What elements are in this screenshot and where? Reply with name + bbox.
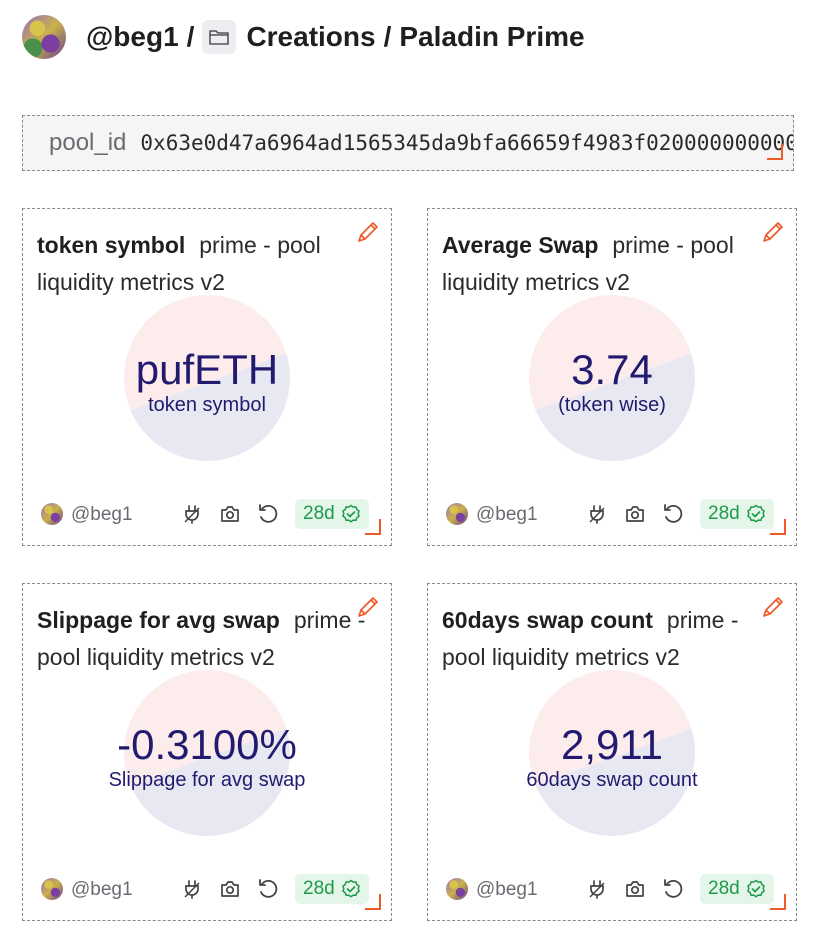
counter-card: 60days swap count prime - pool liquidity …	[427, 583, 797, 921]
plug-icon[interactable]	[181, 878, 203, 900]
status-badge[interactable]: 28d	[295, 499, 369, 529]
status-badge[interactable]: 28d	[700, 499, 774, 529]
owner-username[interactable]: @beg1	[71, 879, 133, 901]
breadcrumb: @beg1 / Creations / Paladin Prime	[86, 20, 585, 54]
breadcrumb-folder[interactable]: Creations	[246, 21, 375, 53]
card-footer: @beg1 28d	[41, 499, 381, 533]
plug-icon[interactable]	[181, 503, 203, 525]
counter-value: pufETH	[135, 346, 279, 393]
pencil-icon[interactable]	[758, 594, 786, 622]
pencil-icon[interactable]	[353, 219, 381, 247]
status-badge[interactable]: 28d	[700, 874, 774, 904]
camera-icon[interactable]	[219, 878, 241, 900]
pool-id-parameter[interactable]: pool_id 0x63e0d47a6964ad1565345da9bfa666…	[22, 115, 794, 171]
avatar[interactable]	[446, 503, 468, 525]
status-badge[interactable]: 28d	[295, 874, 369, 904]
check-circle-icon	[746, 504, 765, 523]
resize-handle[interactable]	[770, 894, 786, 910]
page-title: Paladin Prime	[399, 21, 585, 52]
camera-icon[interactable]	[624, 878, 646, 900]
reset-icon[interactable]	[257, 503, 279, 525]
plug-icon[interactable]	[586, 878, 608, 900]
counter-caption: Slippage for avg swap	[108, 769, 306, 791]
card-footer: @beg1 28d	[446, 499, 786, 533]
counter-card: Average Swap prime - pool liquidity metri…	[427, 208, 797, 546]
refresh-age: 28d	[708, 878, 740, 899]
counter-value: -0.3100%	[117, 721, 297, 768]
owner-username[interactable]: @beg1	[476, 504, 538, 526]
card-title[interactable]: Slippage for avg swap prime - pool liquid…	[37, 602, 371, 676]
counter-caption: 60days swap count	[526, 769, 698, 791]
owner-username[interactable]: @beg1	[476, 879, 538, 901]
breadcrumb-separator: /	[383, 21, 392, 52]
refresh-age: 28d	[303, 503, 335, 524]
avatar[interactable]	[22, 15, 66, 59]
camera-icon[interactable]	[624, 503, 646, 525]
avatar[interactable]	[446, 878, 468, 900]
card-title[interactable]: 60days swap count prime - pool liquidity …	[442, 602, 776, 676]
counter-card: Slippage for avg swap prime - pool liquid…	[22, 583, 392, 921]
plug-icon[interactable]	[586, 503, 608, 525]
breadcrumb-header: @beg1 / Creations / Paladin Prime	[22, 12, 585, 62]
counter-card: token symbol prime - pool liquidity metri…	[22, 208, 392, 546]
resize-handle[interactable]	[365, 519, 381, 535]
card-title[interactable]: token symbol prime - pool liquidity metri…	[37, 227, 371, 301]
card-footer: @beg1 28d	[446, 874, 786, 908]
query-name: Slippage for avg swap	[37, 607, 280, 633]
reset-icon[interactable]	[257, 878, 279, 900]
counter-caption: token symbol	[148, 394, 266, 416]
counter-caption: (token wise)	[558, 394, 666, 416]
refresh-age: 28d	[303, 878, 335, 899]
breadcrumb-separator: /	[186, 21, 195, 52]
breadcrumb-user[interactable]: @beg1	[86, 21, 179, 53]
check-circle-icon	[341, 879, 360, 898]
camera-icon[interactable]	[219, 503, 241, 525]
owner-username[interactable]: @beg1	[71, 504, 133, 526]
avatar[interactable]	[41, 878, 63, 900]
parameter-name: pool_id	[49, 129, 127, 156]
check-circle-icon	[341, 504, 360, 523]
counter-value: 3.74	[571, 346, 653, 393]
query-name: token symbol	[37, 232, 186, 258]
avatar[interactable]	[41, 503, 63, 525]
query-name: 60days swap count	[442, 607, 653, 633]
resize-handle[interactable]	[770, 519, 786, 535]
check-circle-icon	[746, 879, 765, 898]
pencil-icon[interactable]	[353, 594, 381, 622]
card-title[interactable]: Average Swap prime - pool liquidity metri…	[442, 227, 776, 301]
resize-handle[interactable]	[365, 894, 381, 910]
counter-value: 2,911	[561, 721, 663, 768]
reset-icon[interactable]	[662, 878, 684, 900]
reset-icon[interactable]	[662, 503, 684, 525]
card-footer: @beg1 28d	[41, 874, 381, 908]
query-name: Average Swap	[442, 232, 599, 258]
folder-icon	[202, 20, 237, 54]
refresh-age: 28d	[708, 503, 740, 524]
parameter-value-input[interactable]: 0x63e0d47a6964ad1565345da9bfa66659f4983f…	[140, 131, 793, 155]
pencil-icon[interactable]	[758, 219, 786, 247]
resize-handle[interactable]	[767, 144, 783, 160]
